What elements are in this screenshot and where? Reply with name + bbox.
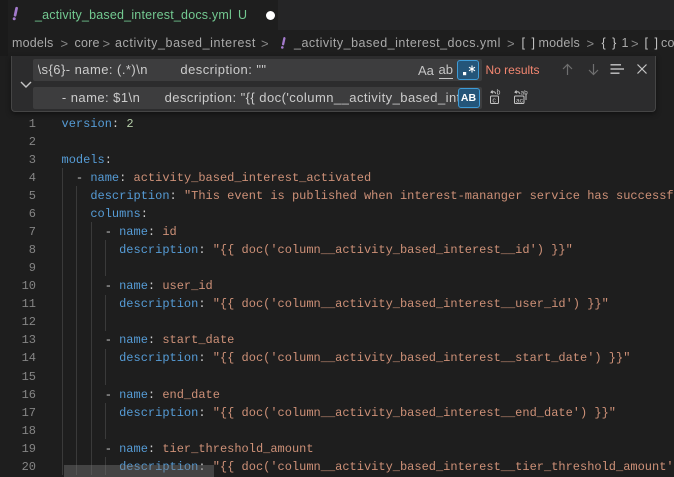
svg-text:ac: ac: [516, 97, 524, 104]
svg-text:ab: ab: [520, 90, 528, 97]
svg-text:c: c: [492, 97, 496, 104]
svg-text:b: b: [496, 90, 500, 97]
